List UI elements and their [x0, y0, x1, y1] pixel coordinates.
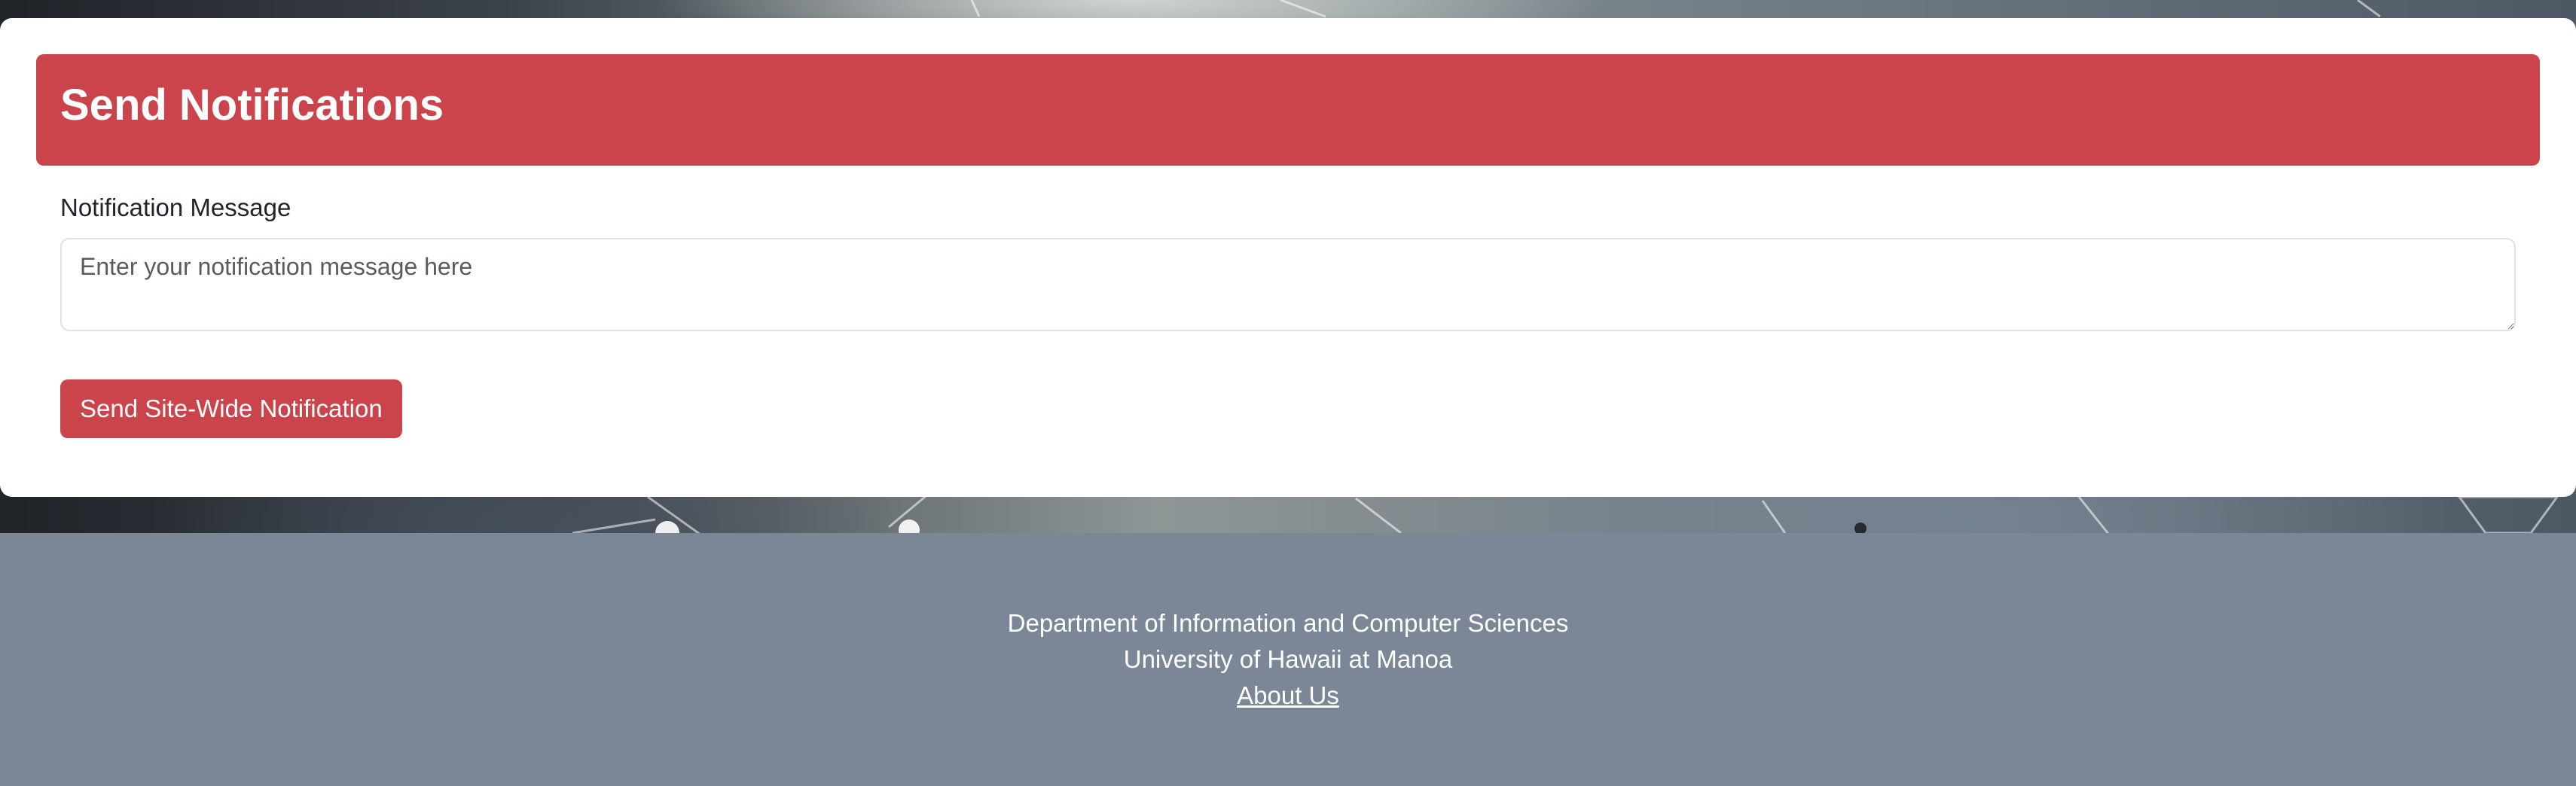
- footer-department: Department of Information and Computer S…: [1007, 609, 1569, 637]
- notification-message-label: Notification Message: [60, 193, 291, 221]
- card-header: Send Notifications: [36, 54, 2540, 166]
- footer-about: About Us: [0, 678, 2576, 714]
- footer: Department of Information and Computer S…: [0, 533, 2576, 786]
- page-title: Send Notifications: [60, 81, 444, 129]
- about-us-link[interactable]: About Us: [1237, 681, 1339, 709]
- notification-card: Send Notifications Notification Message …: [0, 18, 2576, 497]
- send-site-wide-notification-button[interactable]: Send Site-Wide Notification: [60, 379, 402, 438]
- footer-university: University of Hawaii at Manoa: [1123, 645, 1453, 673]
- notification-message-input[interactable]: [60, 238, 2516, 331]
